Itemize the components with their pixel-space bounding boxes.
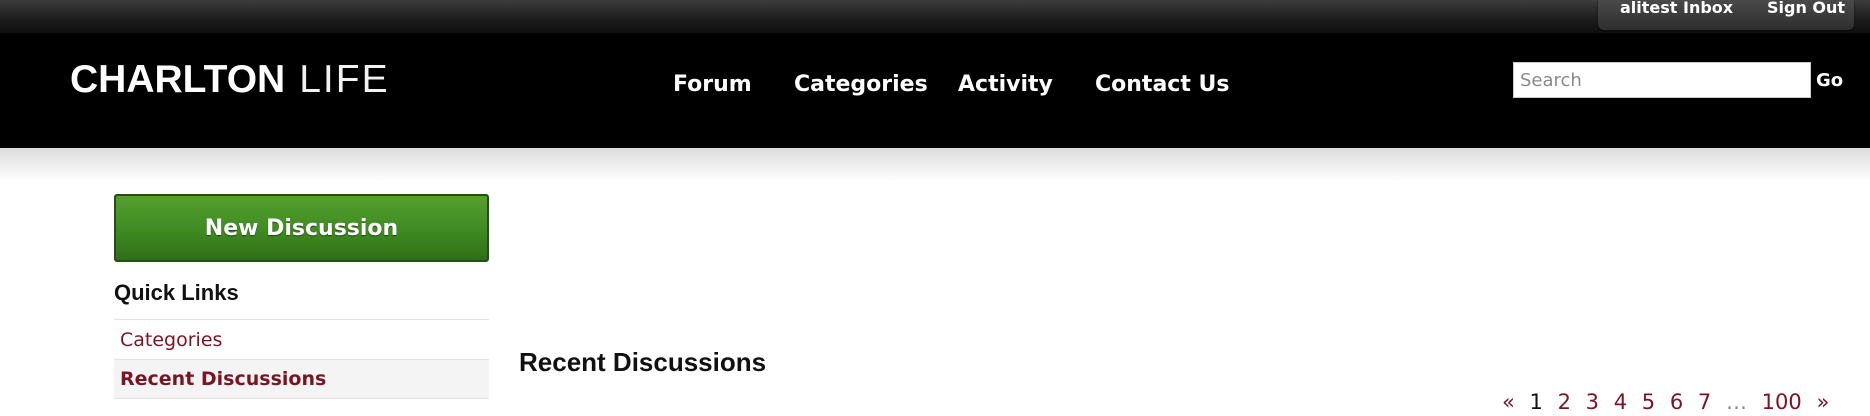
- pager-next[interactable]: »: [1816, 390, 1829, 414]
- nav-contact-us[interactable]: Contact Us: [1095, 72, 1229, 97]
- sign-out-link[interactable]: Sign Out: [1767, 0, 1845, 17]
- logo-text-light: LIFE: [299, 58, 390, 101]
- site-logo[interactable]: CHARLTON LIFE: [70, 58, 390, 108]
- new-discussion-button[interactable]: New Discussion: [114, 194, 489, 262]
- pager-page-current: 1: [1529, 390, 1543, 414]
- logo-text-bold: CHARLTON: [70, 58, 286, 101]
- pager-page[interactable]: 2: [1558, 390, 1571, 414]
- pager-page-last[interactable]: 100: [1762, 390, 1802, 414]
- quick-link-categories[interactable]: Categories: [114, 319, 489, 359]
- pager-ellipsis: …: [1725, 390, 1747, 414]
- quick-links-heading: Quick Links: [114, 280, 239, 305]
- pager-prev[interactable]: «: [1502, 390, 1515, 414]
- inbox-link[interactable]: Inbox: [1683, 0, 1733, 17]
- search-go-button[interactable]: Go: [1816, 67, 1850, 93]
- pager-page[interactable]: 3: [1586, 390, 1599, 414]
- pager-page[interactable]: 4: [1614, 390, 1627, 414]
- site-header: CHARLTON LIFE Forum Categories Activity …: [0, 33, 1870, 148]
- top-utility-bar: alitest Inbox Sign Out: [0, 0, 1870, 33]
- header-shadow: [0, 148, 1870, 182]
- quick-link-recent-discussions[interactable]: Recent Discussions: [114, 359, 489, 399]
- pager-page[interactable]: 5: [1642, 390, 1655, 414]
- nav-forum[interactable]: Forum: [673, 72, 752, 97]
- nav-activity[interactable]: Activity: [958, 72, 1053, 97]
- quick-link-label: Categories: [120, 328, 223, 351]
- search-input[interactable]: [1513, 62, 1811, 98]
- user-menu-tab: alitest Inbox Sign Out: [1598, 0, 1854, 30]
- page-title: Recent Discussions: [519, 347, 767, 377]
- nav-categories[interactable]: Categories: [794, 72, 928, 97]
- pagination: « 1 2 3 4 5 6 7 … 100 »: [1502, 390, 1837, 416]
- pager-page[interactable]: 6: [1670, 390, 1683, 414]
- pager-page[interactable]: 7: [1698, 390, 1711, 414]
- quick-link-label: Recent Discussions: [120, 368, 327, 390]
- username-link[interactable]: alitest: [1620, 0, 1677, 17]
